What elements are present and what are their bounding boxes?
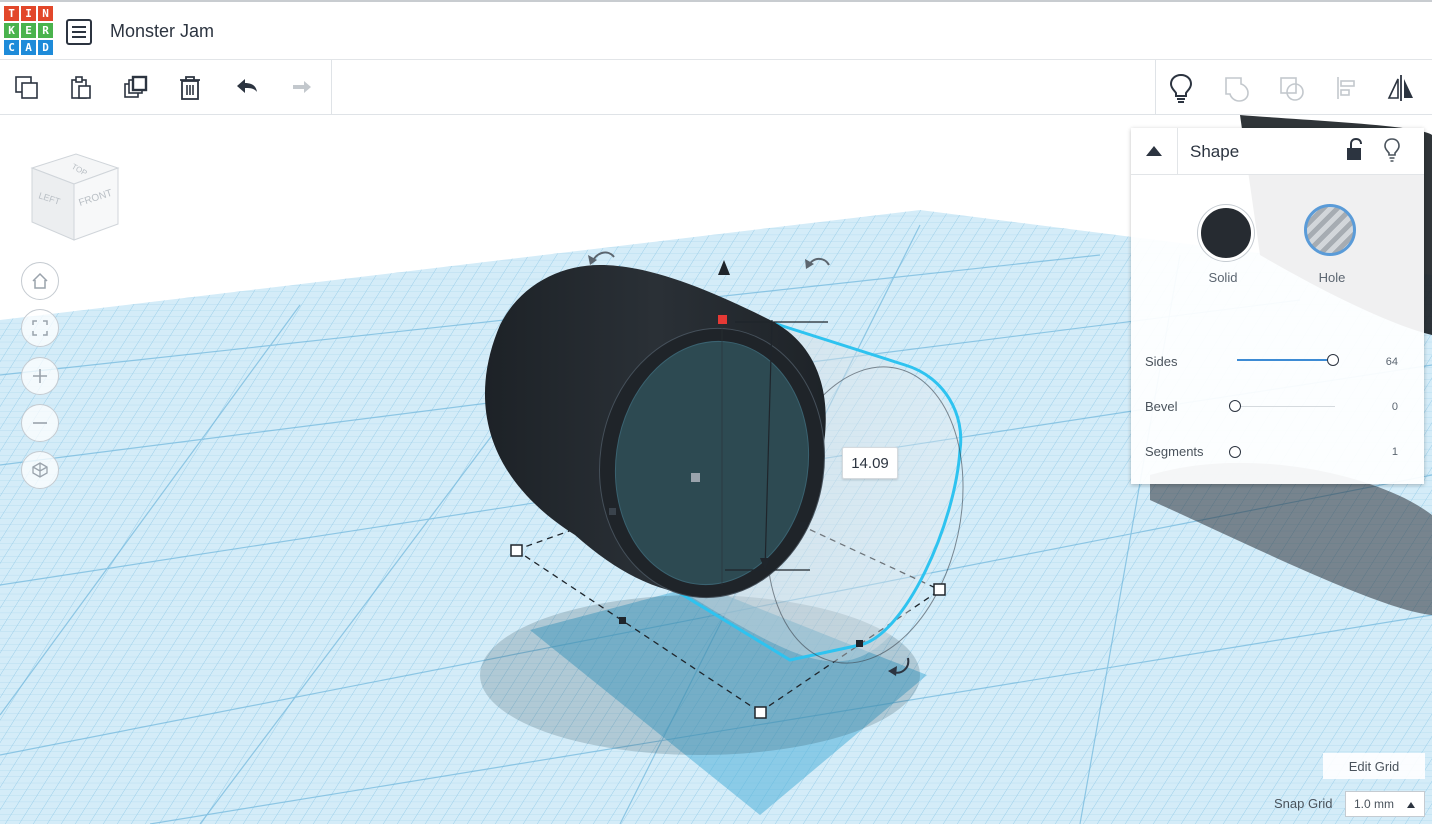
hole-label[interactable]: Hole [1292, 270, 1372, 285]
bevel-value[interactable]: 0 [1392, 401, 1398, 413]
group-icon[interactable] [1219, 70, 1255, 106]
segments-label: Segments [1145, 444, 1204, 459]
side-handle[interactable] [856, 640, 863, 647]
sides-value[interactable]: 64 [1386, 356, 1398, 368]
segments-value[interactable]: 1 [1392, 446, 1398, 458]
bevel-slider-thumb[interactable] [1229, 400, 1241, 412]
top-header: T I N K E R C A D Monster Jam [0, 0, 1432, 60]
corner-handle[interactable] [754, 706, 767, 719]
sides-label: Sides [1145, 354, 1178, 369]
perspective-icon[interactable] [21, 451, 59, 489]
logo-letter: A [21, 40, 36, 55]
inspector-title: Shape [1190, 142, 1240, 161]
logo-letter: C [4, 40, 19, 55]
copy-icon[interactable] [9, 70, 45, 106]
lightbulb-icon[interactable] [1383, 138, 1403, 164]
duplicate-icon[interactable] [118, 70, 154, 106]
zoom-in-icon[interactable] [21, 357, 59, 395]
tinkercad-logo[interactable]: T I N K E R C A D [4, 6, 54, 58]
home-icon[interactable] [21, 262, 59, 300]
corner-handle[interactable] [933, 583, 946, 596]
snap-grid-value: 1.0 mm [1354, 797, 1395, 811]
caret-up-icon [1146, 146, 1162, 156]
segments-slider-thumb[interactable] [1229, 446, 1241, 458]
design-title[interactable]: Monster Jam [110, 21, 214, 42]
side-handle[interactable] [609, 508, 616, 515]
logo-letter: D [38, 40, 53, 55]
logo-letter: N [38, 6, 53, 21]
dimension-input[interactable]: 14.09 [842, 447, 898, 479]
lightbulb-icon[interactable] [1163, 70, 1199, 106]
logo-letter: I [21, 6, 36, 21]
side-handle[interactable] [800, 522, 807, 529]
edit-grid-button[interactable]: Edit Grid [1323, 753, 1425, 779]
corner-handle[interactable] [510, 544, 523, 557]
shape-inspector: Shape Solid Hole Sides 64 Bevel 0 Segmen… [1131, 128, 1424, 484]
lock-icon[interactable] [1345, 137, 1365, 164]
collapse-inspector-button[interactable] [1131, 128, 1178, 174]
align-icon[interactable] [1329, 70, 1365, 106]
snap-grid-select[interactable]: 1.0 mm [1345, 791, 1425, 817]
logo-letter: T [4, 6, 19, 21]
hole-swatch[interactable] [1304, 204, 1356, 256]
logo-letter: K [4, 23, 19, 38]
bevel-slider-track[interactable] [1235, 406, 1335, 407]
ungroup-icon[interactable] [1274, 70, 1310, 106]
undo-icon[interactable] [229, 70, 265, 106]
paste-icon[interactable] [63, 70, 99, 106]
solid-color-swatch[interactable] [1198, 205, 1254, 261]
bevel-label: Bevel [1145, 399, 1178, 414]
toolbar-divider [1155, 60, 1156, 115]
view-cube[interactable]: TOP LEFT FRONT [24, 140, 124, 245]
redo-icon[interactable] [283, 70, 319, 106]
sides-slider-thumb[interactable] [1327, 354, 1339, 366]
mirror-icon[interactable] [1383, 70, 1419, 106]
center-handle[interactable] [691, 473, 700, 482]
solid-label[interactable]: Solid [1183, 270, 1263, 285]
caret-up-icon [1407, 802, 1415, 808]
logo-letter: E [21, 23, 36, 38]
fit-view-icon[interactable] [21, 309, 59, 347]
logo-letter: R [38, 23, 53, 38]
side-handle[interactable] [619, 617, 626, 624]
toolbar-divider [331, 60, 332, 115]
sides-slider-fill [1237, 359, 1329, 361]
delete-icon[interactable] [172, 70, 208, 106]
design-list-icon[interactable] [66, 19, 92, 45]
inspector-header: Shape [1131, 128, 1424, 175]
snap-grid-label: Snap Grid [1274, 796, 1333, 811]
height-handle[interactable] [718, 315, 727, 324]
zoom-out-icon[interactable] [21, 404, 59, 442]
edit-toolbar [0, 60, 1432, 115]
